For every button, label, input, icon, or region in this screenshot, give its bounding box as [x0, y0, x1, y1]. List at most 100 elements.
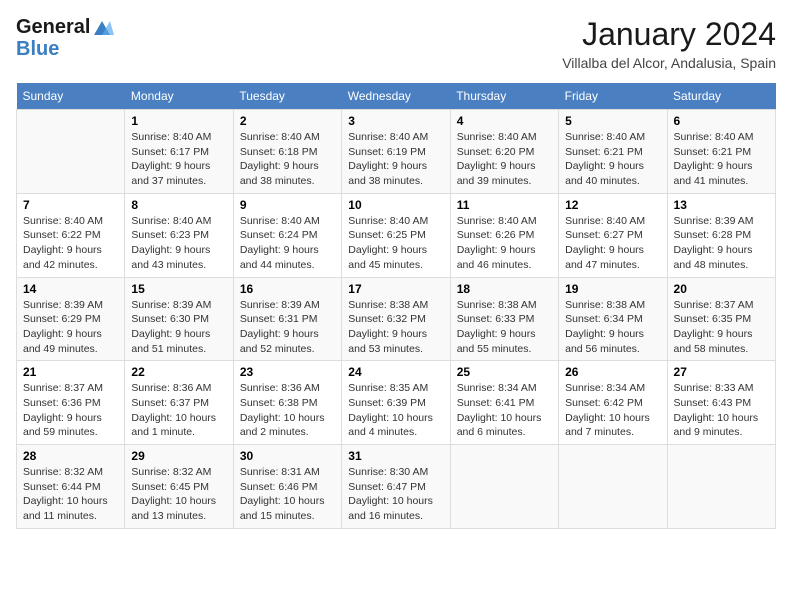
logo-blue: Blue [16, 38, 114, 61]
day-number: 1 [131, 114, 226, 128]
calendar-cell: 19Sunrise: 8:38 AMSunset: 6:34 PMDayligh… [559, 277, 667, 361]
day-info: Sunrise: 8:40 AMSunset: 6:20 PMDaylight:… [457, 130, 552, 189]
calendar-cell: 17Sunrise: 8:38 AMSunset: 6:32 PMDayligh… [342, 277, 450, 361]
calendar-cell: 11 Sunrise: 8:40 AMSunset: 6:26 PMDayligh… [450, 193, 558, 277]
calendar-cell [450, 445, 558, 529]
day-info: Sunrise: 8:39 AMSunset: 6:31 PMDaylight:… [240, 298, 335, 357]
page-header: General Blue January 2024 Villalba del A… [16, 16, 776, 71]
calendar-cell: 10 Sunrise: 8:40 AMSunset: 6:25 PMDayligh… [342, 193, 450, 277]
calendar-cell: 16 Sunrise: 8:39 AMSunset: 6:31 PMDayligh… [233, 277, 341, 361]
calendar-cell: 4 Sunrise: 8:40 AMSunset: 6:20 PMDaylight… [450, 110, 558, 194]
day-number: 19 [565, 282, 660, 296]
day-number: 27 [674, 365, 769, 379]
week-row: 21 Sunrise: 8:37 AMSunset: 6:36 PMDayligh… [17, 361, 776, 445]
day-number: 28 [23, 449, 118, 463]
day-number: 13 [674, 198, 769, 212]
day-number: 22 [131, 365, 226, 379]
day-info: Sunrise: 8:40 AMSunset: 6:24 PMDaylight:… [240, 214, 335, 273]
weekday-header: Friday [559, 83, 667, 110]
day-number: 30 [240, 449, 335, 463]
day-number: 2 [240, 114, 335, 128]
day-info: Sunrise: 8:40 AMSunset: 6:19 PMDaylight:… [348, 130, 443, 189]
calendar-cell: 15 Sunrise: 8:39 AMSunset: 6:30 PMDayligh… [125, 277, 233, 361]
day-number: 29 [131, 449, 226, 463]
calendar-cell: 30 Sunrise: 8:31 AMSunset: 6:46 PMDayligh… [233, 445, 341, 529]
calendar-cell: 18 Sunrise: 8:38 AMSunset: 6:33 PMDayligh… [450, 277, 558, 361]
day-info: Sunrise: 8:32 AMSunset: 6:44 PMDaylight:… [23, 465, 118, 524]
week-row: 14Sunrise: 8:39 AMSunset: 6:29 PMDayligh… [17, 277, 776, 361]
month-title: January 2024 [562, 16, 776, 53]
day-info: Sunrise: 8:40 AMSunset: 6:26 PMDaylight:… [457, 214, 552, 273]
day-number: 15 [131, 282, 226, 296]
calendar-cell [17, 110, 125, 194]
day-number: 16 [240, 282, 335, 296]
day-info: Sunrise: 8:40 AMSunset: 6:21 PMDaylight:… [565, 130, 660, 189]
week-row: 1 Sunrise: 8:40 AMSunset: 6:17 PMDaylight… [17, 110, 776, 194]
logo-text: General [16, 16, 114, 38]
day-info: Sunrise: 8:40 AMSunset: 6:25 PMDaylight:… [348, 214, 443, 273]
day-info: Sunrise: 8:37 AMSunset: 6:36 PMDaylight:… [23, 381, 118, 440]
calendar-cell: 3 Sunrise: 8:40 AMSunset: 6:19 PMDaylight… [342, 110, 450, 194]
day-number: 20 [674, 282, 769, 296]
calendar-cell: 26 Sunrise: 8:34 AMSunset: 6:42 PMDayligh… [559, 361, 667, 445]
calendar-cell: 29 Sunrise: 8:32 AMSunset: 6:45 PMDayligh… [125, 445, 233, 529]
calendar-cell: 23Sunrise: 8:36 AMSunset: 6:38 PMDayligh… [233, 361, 341, 445]
weekday-header: Thursday [450, 83, 558, 110]
weekday-header: Saturday [667, 83, 775, 110]
calendar-cell: 14Sunrise: 8:39 AMSunset: 6:29 PMDayligh… [17, 277, 125, 361]
day-number: 4 [457, 114, 552, 128]
day-number: 18 [457, 282, 552, 296]
calendar-cell: 31Sunrise: 8:30 AMSunset: 6:47 PMDayligh… [342, 445, 450, 529]
weekday-header: Wednesday [342, 83, 450, 110]
day-number: 5 [565, 114, 660, 128]
calendar-cell [559, 445, 667, 529]
calendar-cell: 28 Sunrise: 8:32 AMSunset: 6:44 PMDayligh… [17, 445, 125, 529]
calendar-cell: 8 Sunrise: 8:40 AMSunset: 6:23 PMDaylight… [125, 193, 233, 277]
day-info: Sunrise: 8:40 AMSunset: 6:27 PMDaylight:… [565, 214, 660, 273]
weekday-header: Sunday [17, 83, 125, 110]
day-info: Sunrise: 8:40 AMSunset: 6:23 PMDaylight:… [131, 214, 226, 273]
day-info: Sunrise: 8:40 AMSunset: 6:17 PMDaylight:… [131, 130, 226, 189]
calendar-cell: 9Sunrise: 8:40 AMSunset: 6:24 PMDaylight… [233, 193, 341, 277]
calendar-cell: 20 Sunrise: 8:37 AMSunset: 6:35 PMDayligh… [667, 277, 775, 361]
header-row: SundayMondayTuesdayWednesdayThursdayFrid… [17, 83, 776, 110]
day-info: Sunrise: 8:34 AMSunset: 6:41 PMDaylight:… [457, 381, 552, 440]
day-info: Sunrise: 8:34 AMSunset: 6:42 PMDaylight:… [565, 381, 660, 440]
day-info: Sunrise: 8:37 AMSunset: 6:35 PMDaylight:… [674, 298, 769, 357]
weekday-header: Monday [125, 83, 233, 110]
weekday-header: Tuesday [233, 83, 341, 110]
day-info: Sunrise: 8:32 AMSunset: 6:45 PMDaylight:… [131, 465, 226, 524]
calendar-cell: 1 Sunrise: 8:40 AMSunset: 6:17 PMDaylight… [125, 110, 233, 194]
day-info: Sunrise: 8:38 AMSunset: 6:33 PMDaylight:… [457, 298, 552, 357]
calendar-cell: 7 Sunrise: 8:40 AMSunset: 6:22 PMDaylight… [17, 193, 125, 277]
day-number: 24 [348, 365, 443, 379]
calendar-cell: 13 Sunrise: 8:39 AMSunset: 6:28 PMDayligh… [667, 193, 775, 277]
day-info: Sunrise: 8:40 AMSunset: 6:21 PMDaylight:… [674, 130, 769, 189]
day-info: Sunrise: 8:38 AMSunset: 6:32 PMDaylight:… [348, 298, 443, 357]
day-number: 26 [565, 365, 660, 379]
calendar-cell: 24 Sunrise: 8:35 AMSunset: 6:39 PMDayligh… [342, 361, 450, 445]
day-number: 21 [23, 365, 118, 379]
day-info: Sunrise: 8:35 AMSunset: 6:39 PMDaylight:… [348, 381, 443, 440]
week-row: 28 Sunrise: 8:32 AMSunset: 6:44 PMDayligh… [17, 445, 776, 529]
day-info: Sunrise: 8:39 AMSunset: 6:28 PMDaylight:… [674, 214, 769, 273]
week-row: 7 Sunrise: 8:40 AMSunset: 6:22 PMDaylight… [17, 193, 776, 277]
day-info: Sunrise: 8:39 AMSunset: 6:30 PMDaylight:… [131, 298, 226, 357]
calendar-table: SundayMondayTuesdayWednesdayThursdayFrid… [16, 83, 776, 529]
calendar-cell: 21 Sunrise: 8:37 AMSunset: 6:36 PMDayligh… [17, 361, 125, 445]
day-number: 14 [23, 282, 118, 296]
day-number: 7 [23, 198, 118, 212]
calendar-cell [667, 445, 775, 529]
calendar-cell: 27Sunrise: 8:33 AMSunset: 6:43 PMDayligh… [667, 361, 775, 445]
day-number: 3 [348, 114, 443, 128]
day-info: Sunrise: 8:40 AMSunset: 6:22 PMDaylight:… [23, 214, 118, 273]
day-info: Sunrise: 8:31 AMSunset: 6:46 PMDaylight:… [240, 465, 335, 524]
day-number: 8 [131, 198, 226, 212]
calendar-cell: 12Sunrise: 8:40 AMSunset: 6:27 PMDayligh… [559, 193, 667, 277]
day-number: 11 [457, 198, 552, 212]
day-number: 25 [457, 365, 552, 379]
day-info: Sunrise: 8:40 AMSunset: 6:18 PMDaylight:… [240, 130, 335, 189]
location: Villalba del Alcor, Andalusia, Spain [562, 55, 776, 71]
day-number: 10 [348, 198, 443, 212]
day-info: Sunrise: 8:36 AMSunset: 6:38 PMDaylight:… [240, 381, 335, 440]
